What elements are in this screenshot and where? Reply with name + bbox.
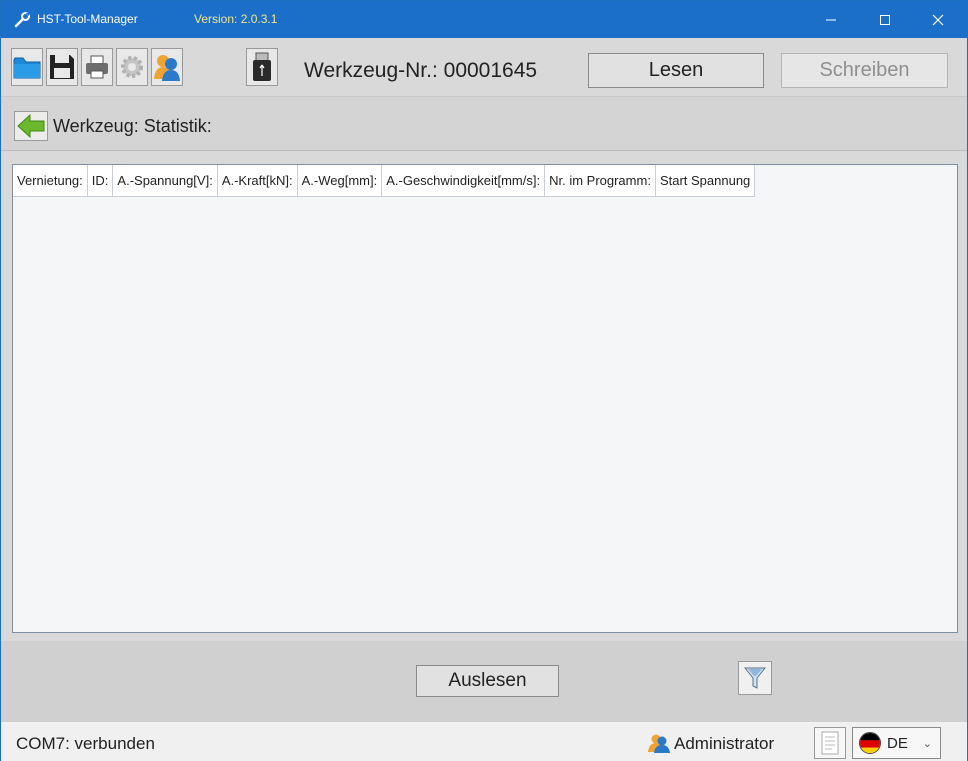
flag-de-icon xyxy=(859,732,881,754)
arrow-left-icon xyxy=(17,114,45,138)
gear-icon xyxy=(121,56,143,78)
title-bar: HST-Tool-Manager Version: 2.0.3.1 xyxy=(1,1,967,38)
language-select[interactable]: DE ⌄ xyxy=(852,727,941,759)
back-button[interactable] xyxy=(14,111,48,141)
folder-open-icon xyxy=(13,57,41,79)
users-icon xyxy=(154,55,180,81)
connection-status: COM7: verbunden xyxy=(16,734,155,753)
column-header-start-spannung[interactable]: Start Spannung xyxy=(656,165,756,197)
table-header: Vernietung: ID: A.-Spannung[V]: A.-Kraft… xyxy=(13,165,756,197)
write-button[interactable]: Schreiben xyxy=(781,53,948,88)
users-icon xyxy=(648,734,670,753)
close-icon xyxy=(932,14,944,25)
wrench-icon xyxy=(14,12,30,28)
chevron-down-icon: ⌄ xyxy=(922,737,932,750)
statistics-table[interactable]: Vernietung: ID: A.-Spannung[V]: A.-Kraft… xyxy=(12,164,958,633)
filter-button[interactable] xyxy=(738,661,772,695)
read-button[interactable]: Lesen xyxy=(588,53,764,88)
close-button[interactable] xyxy=(915,1,961,38)
save-button[interactable] xyxy=(46,48,78,86)
save-icon xyxy=(50,55,74,79)
column-header-id[interactable]: ID: xyxy=(88,165,114,197)
app-window: HST-Tool-Manager Version: 2.0.3.1 Werkze… xyxy=(0,0,968,761)
readout-button[interactable]: Auslesen xyxy=(416,665,559,697)
action-bar: Auslesen xyxy=(1,641,967,721)
column-header-kraft[interactable]: A.-Kraft[kN]: xyxy=(218,165,298,197)
section-header: Werkzeug: Statistik: xyxy=(1,96,967,151)
status-bar: COM7: verbunden Administrator DE ⌄ xyxy=(1,721,967,761)
open-button[interactable] xyxy=(11,48,43,86)
usb-button[interactable] xyxy=(246,48,278,86)
language-code: DE xyxy=(887,734,908,752)
document-icon xyxy=(821,731,839,755)
log-button[interactable] xyxy=(814,727,846,759)
print-button[interactable] xyxy=(81,48,113,86)
current-user: Administrator xyxy=(674,734,775,753)
usb-stick-icon xyxy=(253,52,271,81)
toolbar: Werkzeug-Nr.: 00001645 Lesen Schreiben xyxy=(1,38,967,96)
app-title: HST-Tool-Manager xyxy=(37,12,138,26)
column-header-nr-programm[interactable]: Nr. im Programm: xyxy=(545,165,656,197)
tool-number: Werkzeug-Nr.: 00001645 xyxy=(304,59,538,82)
column-header-weg[interactable]: A.-Weg[mm]: xyxy=(298,165,383,197)
maximize-icon xyxy=(880,14,890,25)
column-header-geschwindigkeit[interactable]: A.-Geschwindigkeit[mm/s]: xyxy=(382,165,546,197)
page-title: Werkzeug: Statistik: xyxy=(53,116,212,136)
app-version: Version: 2.0.3.1 xyxy=(194,12,278,26)
column-header-vernietung[interactable]: Vernietung: xyxy=(13,165,88,197)
minimize-button[interactable] xyxy=(808,1,854,38)
settings-button[interactable] xyxy=(116,48,148,86)
minimize-icon xyxy=(826,19,836,20)
printer-icon xyxy=(86,55,108,79)
users-button[interactable] xyxy=(151,48,183,86)
column-header-spannung[interactable]: A.-Spannung[V]: xyxy=(113,165,218,197)
filter-icon xyxy=(744,667,766,689)
maximize-button[interactable] xyxy=(862,1,908,38)
